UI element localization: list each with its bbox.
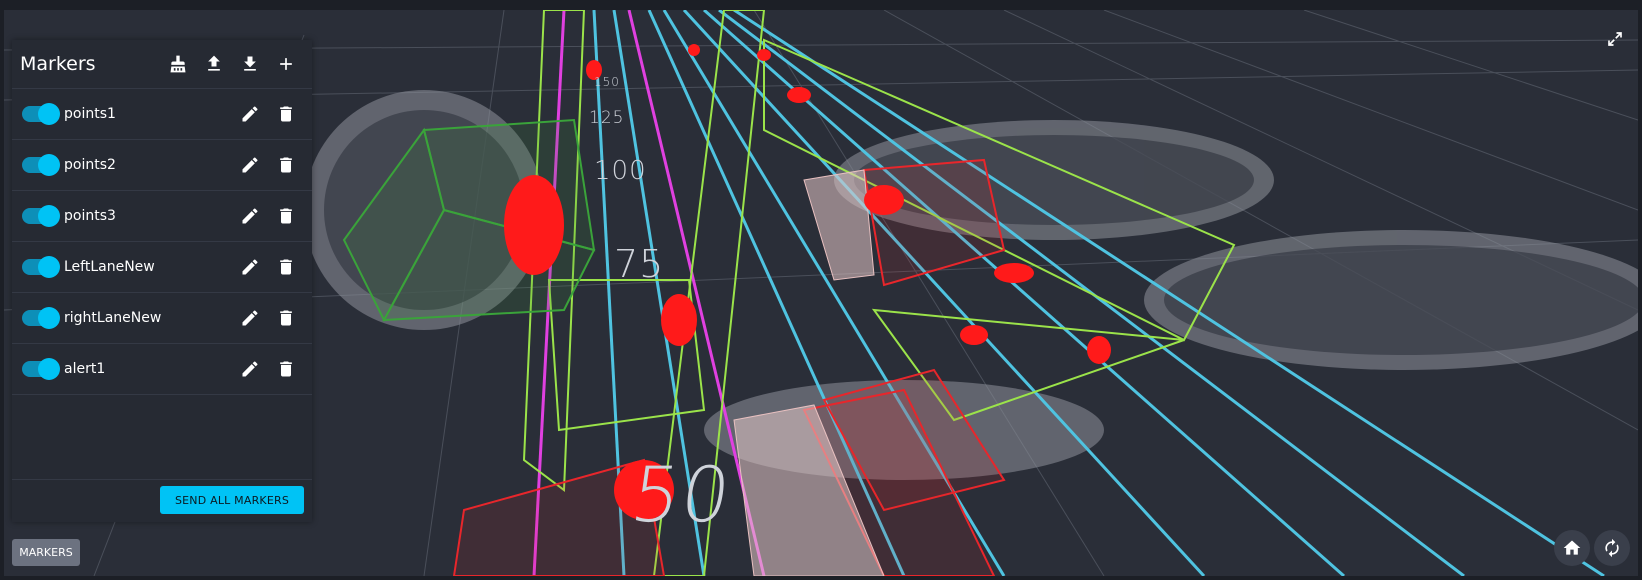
- expand-icon: [1608, 32, 1622, 46]
- pencil-icon: [242, 310, 258, 326]
- marker-label: points2: [64, 157, 116, 173]
- markers-panel: Markers points1 points2 points3 LeftLane…: [12, 40, 312, 522]
- distance-label-125: 125: [589, 108, 625, 128]
- refresh-icon: [1605, 538, 1619, 558]
- pencil-icon: [242, 208, 258, 224]
- edit-marker-button[interactable]: [232, 96, 268, 132]
- marker-toggle[interactable]: [22, 358, 60, 380]
- marker-toggle[interactable]: [22, 103, 60, 125]
- marker-label: alert1: [64, 361, 106, 377]
- clear-markers-button[interactable]: [160, 46, 196, 82]
- trash-icon: [280, 157, 292, 173]
- pencil-icon: [242, 259, 258, 275]
- pencil-icon: [242, 361, 258, 377]
- marker-row-points2: points2: [12, 140, 312, 191]
- markers-toggle-button[interactable]: MARKERS: [12, 539, 80, 566]
- marker-row-leftlanenew: LeftLaneNew: [12, 242, 312, 293]
- edit-marker-button[interactable]: [232, 147, 268, 183]
- marker-toggle[interactable]: [22, 307, 60, 329]
- broom-icon: [170, 55, 186, 73]
- trash-icon: [280, 208, 292, 224]
- marker-row-points1: points1: [12, 89, 312, 140]
- edit-marker-button[interactable]: [232, 198, 268, 234]
- marker-label: rightLaneNew: [64, 310, 162, 326]
- distance-label-100: 100: [594, 156, 647, 186]
- marker-toggle[interactable]: [22, 154, 60, 176]
- trash-icon: [280, 361, 292, 377]
- add-icon: [280, 58, 292, 70]
- marker-list: points1 points2 points3 LeftLaneNew righ…: [12, 89, 312, 395]
- distance-label-50: 50: [625, 450, 737, 539]
- trash-icon: [280, 310, 292, 326]
- home-icon: [1563, 540, 1581, 555]
- edit-marker-button[interactable]: [232, 300, 268, 336]
- send-all-markers-button[interactable]: SEND ALL MARKERS: [160, 486, 304, 514]
- marker-row-alert1: alert1: [12, 344, 312, 395]
- reset-view-button[interactable]: [1594, 530, 1630, 566]
- delete-marker-button[interactable]: [268, 198, 304, 234]
- marker-label: points1: [64, 106, 116, 122]
- delete-marker-button[interactable]: [268, 249, 304, 285]
- distance-label-150: 150: [594, 75, 620, 89]
- fullscreen-button[interactable]: [1602, 26, 1628, 52]
- add-marker-button[interactable]: [268, 46, 304, 82]
- marker-label: points3: [64, 208, 116, 224]
- upload-icon: [208, 55, 220, 71]
- panel-header: Markers: [12, 40, 312, 89]
- download-markers-button[interactable]: [232, 46, 268, 82]
- panel-footer: SEND ALL MARKERS: [12, 479, 312, 522]
- delete-marker-button[interactable]: [268, 300, 304, 336]
- download-icon: [244, 56, 256, 71]
- marker-row-points3: points3: [12, 191, 312, 242]
- delete-marker-button[interactable]: [268, 96, 304, 132]
- trash-icon: [280, 259, 292, 275]
- pencil-icon: [242, 157, 258, 173]
- marker-row-rightlanenew: rightLaneNew: [12, 293, 312, 344]
- marker-toggle[interactable]: [22, 205, 60, 227]
- panel-title: Markers: [20, 53, 96, 75]
- marker-toggle[interactable]: [22, 256, 60, 278]
- home-button[interactable]: [1554, 530, 1590, 566]
- delete-marker-button[interactable]: [268, 147, 304, 183]
- upload-markers-button[interactable]: [196, 46, 232, 82]
- trash-icon: [280, 106, 292, 122]
- marker-label: LeftLaneNew: [64, 259, 155, 275]
- distance-label-75: 75: [614, 242, 665, 286]
- edit-marker-button[interactable]: [232, 351, 268, 387]
- edit-marker-button[interactable]: [232, 249, 268, 285]
- delete-marker-button[interactable]: [268, 351, 304, 387]
- pencil-icon: [242, 106, 258, 122]
